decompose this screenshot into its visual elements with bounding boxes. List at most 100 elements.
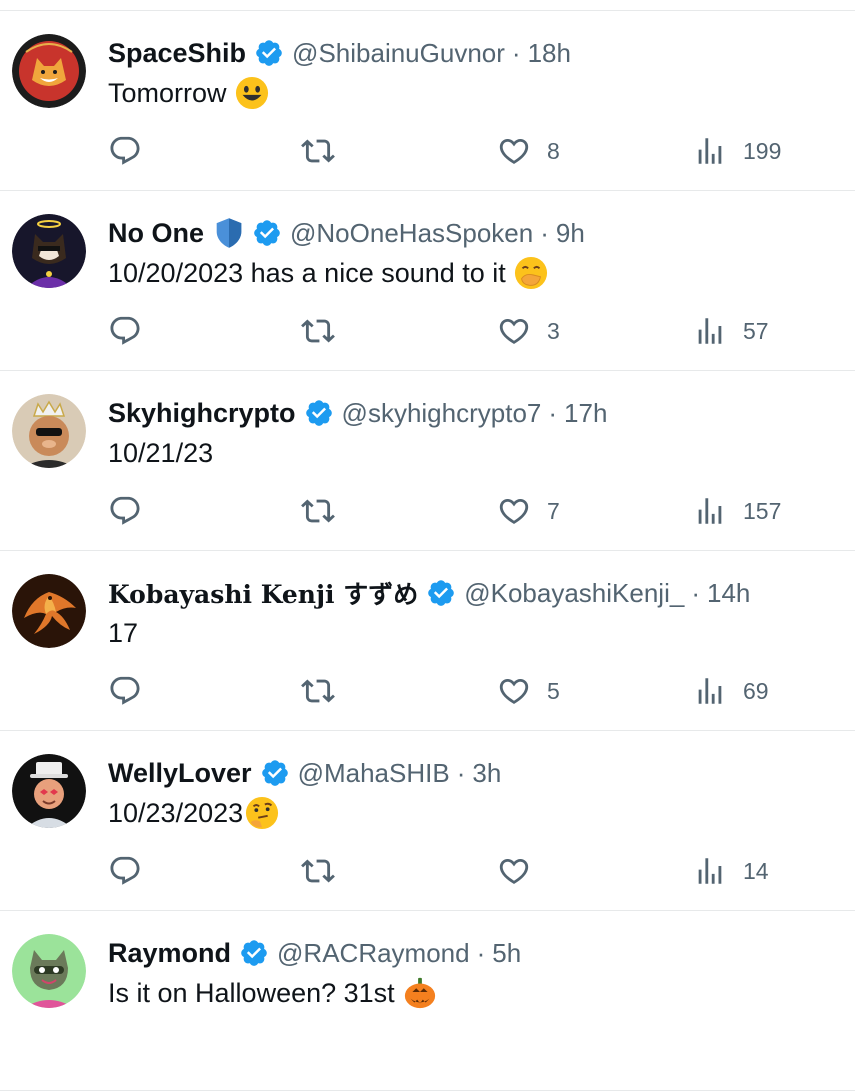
tweet-text-row: 10/20/2023 has a nice sound to it [108,255,845,291]
timestamp[interactable]: 18h [528,38,571,69]
like-icon [497,674,531,708]
like-count: 7 [547,497,560,524]
reply-button[interactable] [108,674,158,708]
retweet-icon [301,674,335,708]
tweet-text-row: 10/23/2023 [108,795,845,831]
like-icon [497,314,531,348]
views-button[interactable]: 157 [693,494,781,528]
retweet-button[interactable] [301,314,351,348]
tweet-item[interactable]: Raymond @RACRaymond · 5h Is it on Hallow… [0,911,855,1091]
like-count: 8 [547,137,560,164]
tweet-item[interactable]: SpaceShib @ShibainuGuvnor · 18h Tomorrow… [0,11,855,191]
tweet-text-row: 17 [108,615,845,651]
tweet-item[interactable]: WellyLover @MahaSHIB · 3h 10/23/2023 14 [0,731,855,911]
avatar[interactable] [12,754,86,828]
display-name[interactable]: SpaceShib [108,38,246,69]
reply-button[interactable] [108,854,158,888]
like-button[interactable] [497,854,547,888]
tweet-item[interactable]: No One @NoOneHasSpoken · 9h 10/20/2023 h… [0,191,855,371]
display-name[interactable]: WellyLover [108,758,252,789]
verified-badge-icon [304,398,334,428]
tweet-actions: 14 [108,854,808,888]
avatar[interactable] [12,394,86,468]
tweet-actions: 3 57 [108,314,808,348]
display-name[interactable]: No One [108,218,204,249]
top-hat-character-avatar-icon [12,754,86,828]
timestamp[interactable]: 3h [472,758,501,789]
user-handle[interactable]: @RACRaymond [277,938,470,969]
tweet-text: Is it on Halloween? 31st [108,978,395,1008]
view-count: 57 [743,317,769,344]
tweet-text-row: Tomorrow [108,75,845,111]
user-handle[interactable]: @NoOneHasSpoken [290,218,533,249]
display-name[interactable]: Skyhighcrypto [108,398,296,429]
tweet-actions: 8 199 [108,134,808,168]
views-icon [693,494,727,528]
retweet-button[interactable] [301,854,351,888]
views-icon [693,134,727,168]
verified-badge-icon [252,218,282,248]
shiba-avatar-icon [12,34,86,108]
tweet-item[interactable]: Skyhighcrypto @skyhighcrypto7 · 17h 10/2… [0,371,855,551]
tweet-actions: 7 157 [108,494,808,528]
user-handle[interactable]: @KobayashiKenji_ [464,578,684,609]
like-button[interactable]: 7 [497,494,560,528]
retweet-button[interactable] [301,494,351,528]
avatar[interactable] [12,34,86,108]
tweet-text-row: Is it on Halloween? 31st [108,975,845,1011]
display-name[interactable]: Raymond [108,938,231,969]
view-count: 69 [743,677,769,704]
display-name[interactable]: Kobayashi Kenji すずめ [108,575,418,611]
separator: · [548,397,558,428]
shiba-halo-avatar-icon [12,214,86,288]
avatar[interactable] [12,574,86,648]
tweet-item[interactable]: Kobayashi Kenji すずめ @KobayashiKenji_ · 1… [0,551,855,731]
retweet-button[interactable] [301,134,351,168]
view-count: 14 [743,857,769,884]
reply-icon [108,674,142,708]
retweet-icon [301,854,335,888]
view-count: 199 [743,137,782,164]
reply-icon [108,854,142,888]
avatar[interactable] [12,934,86,1008]
timestamp[interactable]: 17h [564,398,607,429]
smiley-face-icon [235,76,269,110]
raccoon-avatar-icon [12,934,86,1008]
like-count: 3 [547,317,560,344]
retweet-button[interactable] [301,674,351,708]
timestamp[interactable]: 14h [707,578,750,609]
user-handle[interactable]: @skyhighcrypto7 [342,398,542,429]
views-icon [693,314,727,348]
reply-button[interactable] [108,134,158,168]
tweet-text: 10/23/2023 [108,798,244,828]
verified-badge-icon [260,758,290,788]
views-button[interactable]: 69 [693,674,769,708]
reply-icon [108,314,142,348]
reply-button[interactable] [108,314,158,348]
separator: · [456,757,466,788]
view-count: 157 [743,497,782,524]
separator: · [511,37,521,68]
like-button[interactable]: 8 [497,134,560,168]
avatar[interactable] [12,214,86,288]
views-button[interactable]: 14 [693,854,769,888]
reply-icon [108,134,142,168]
like-button[interactable]: 5 [497,674,560,708]
like-button[interactable]: 3 [497,314,560,348]
reply-button[interactable] [108,494,158,528]
separator: · [691,577,700,608]
divider [0,0,855,11]
views-button[interactable]: 57 [693,314,769,348]
like-icon [497,134,531,168]
like-icon [497,854,531,888]
like-count: 5 [547,677,560,704]
timestamp[interactable]: 5h [492,938,521,969]
user-handle[interactable]: @MahaSHIB [298,758,450,789]
views-button[interactable]: 199 [693,134,781,168]
phoenix-avatar-icon [12,574,86,648]
tweet-actions: 5 69 [108,674,808,708]
tweet-text: 17 [108,618,139,648]
timestamp[interactable]: 9h [556,218,585,249]
tweet-feed: SpaceShib @ShibainuGuvnor · 18h Tomorrow… [0,0,855,1091]
user-handle[interactable]: @ShibainuGuvnor [292,38,505,69]
